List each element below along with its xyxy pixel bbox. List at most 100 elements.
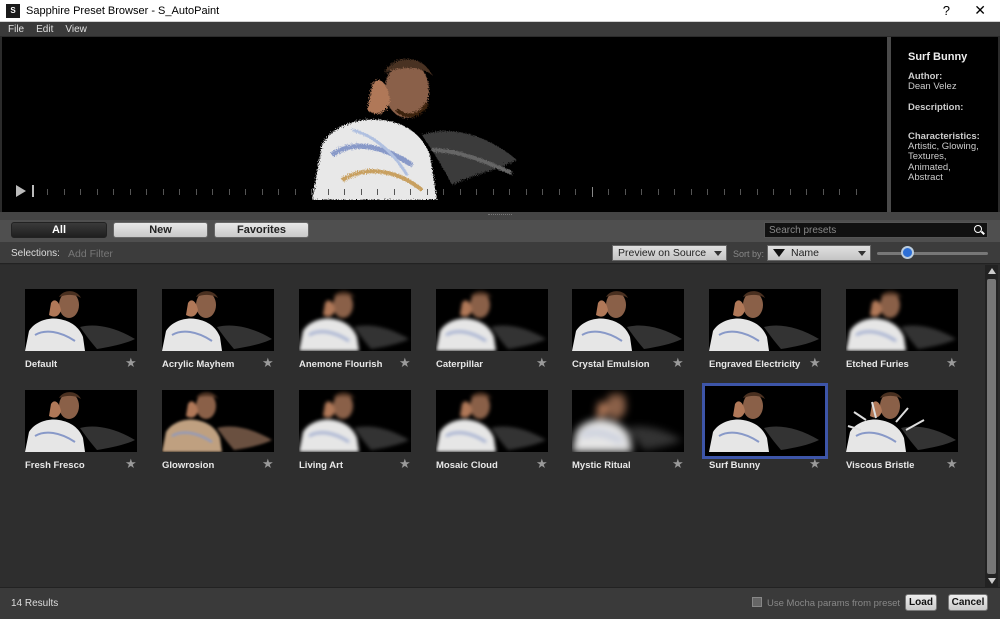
characteristics-line: Abstract <box>908 172 943 183</box>
preset-name: Mosaic Cloud <box>436 460 498 471</box>
cancel-button[interactable]: Cancel <box>948 594 988 611</box>
preset-thumbnail[interactable] <box>702 383 828 459</box>
timeline-ruler[interactable] <box>47 187 862 197</box>
preset-name: Glowrosion <box>162 460 215 471</box>
menu-file[interactable]: File <box>8 24 24 35</box>
selections-label: Selections: <box>11 248 60 259</box>
search-input[interactable] <box>765 224 971 236</box>
preset-name: Mystic Ritual <box>572 460 631 471</box>
chevron-down-icon <box>714 251 722 256</box>
timeline-cursor[interactable] <box>32 185 34 197</box>
preset-tile[interactable]: Crystal Emulsion ★ <box>572 289 694 377</box>
preset-name: Caterpillar <box>436 359 483 370</box>
preset-thumbnail[interactable] <box>709 289 821 351</box>
preset-name: Living Art <box>299 460 343 471</box>
preset-tile[interactable]: Surf Bunny ★ <box>702 383 831 478</box>
preset-tile[interactable]: Caterpillar ★ <box>436 289 558 377</box>
favorite-star-icon[interactable]: ★ <box>946 356 958 369</box>
favorite-star-icon[interactable]: ★ <box>262 457 274 470</box>
favorite-star-icon[interactable]: ★ <box>125 356 137 369</box>
preset-thumbnail[interactable] <box>25 289 137 351</box>
results-count: 14 Results <box>11 598 59 609</box>
thumbnail-size-slider[interactable] <box>877 252 988 255</box>
preset-grid: Default ★ Acrylic Mayhem ★ Anemone Flourish ★… <box>0 265 985 587</box>
sort-by-label: Sort by: <box>733 249 765 259</box>
favorite-star-icon[interactable]: ★ <box>399 457 411 470</box>
tab-favorites[interactable]: Favorites <box>214 222 309 238</box>
favorite-star-icon[interactable]: ★ <box>399 356 411 369</box>
title-bar: S Sapphire Preset Browser - S_AutoPaint … <box>0 0 1000 22</box>
preset-name: Anemone Flourish <box>299 359 383 370</box>
window-title: Sapphire Preset Browser - S_AutoPaint <box>26 4 220 17</box>
scroll-down-icon[interactable] <box>988 578 996 584</box>
description-label: Description: <box>908 101 964 113</box>
preset-name: Fresh Fresco <box>25 460 85 471</box>
preview-mode-dropdown[interactable]: Preview on Source <box>612 245 727 261</box>
preset-thumbnail[interactable] <box>299 289 411 351</box>
splitter-grip-icon[interactable] <box>488 214 512 217</box>
preset-name: Acrylic Mayhem <box>162 359 235 370</box>
preset-thumbnail[interactable] <box>162 289 274 351</box>
preset-tile[interactable]: Etched Furies ★ <box>846 289 968 377</box>
sapphire-app-icon: S <box>6 3 20 18</box>
thumbnail-size-slider-handle[interactable] <box>900 246 914 259</box>
preset-thumbnail[interactable] <box>572 390 684 452</box>
scrollbar-thumb[interactable] <box>987 279 996 574</box>
panel-splitter[interactable] <box>0 212 1000 220</box>
grid-scrollbar[interactable] <box>985 265 998 587</box>
favorite-star-icon[interactable]: ★ <box>262 356 274 369</box>
tab-all[interactable]: All <box>11 222 107 238</box>
preview-mode-value: Preview on Source <box>618 247 707 259</box>
menu-bar: File Edit View <box>0 22 1000 36</box>
preset-tile[interactable]: Glowrosion ★ <box>162 390 284 478</box>
preset-thumbnail[interactable] <box>25 390 137 452</box>
chevron-down-icon <box>858 251 866 256</box>
favorite-star-icon[interactable]: ★ <box>946 457 958 470</box>
preset-tile[interactable]: Living Art ★ <box>299 390 421 478</box>
preset-name: Default <box>25 359 58 370</box>
menu-view[interactable]: View <box>65 24 87 35</box>
favorite-star-icon[interactable]: ★ <box>809 356 821 369</box>
help-button[interactable]: ? <box>943 3 950 18</box>
tab-new[interactable]: New <box>113 222 208 238</box>
add-filter-button[interactable]: Add Filter <box>68 248 113 260</box>
scroll-up-icon[interactable] <box>988 268 996 274</box>
play-icon[interactable] <box>16 185 26 197</box>
preset-title: Surf Bunny <box>908 51 968 63</box>
preset-thumbnail[interactable] <box>846 390 958 452</box>
preset-name: Surf Bunny <box>709 460 761 471</box>
search-box[interactable] <box>764 222 988 238</box>
preset-tile[interactable]: Acrylic Mayhem ★ <box>162 289 284 377</box>
author-value: Dean Velez <box>908 81 957 92</box>
preset-thumbnail[interactable] <box>572 289 684 351</box>
favorite-star-icon[interactable]: ★ <box>672 356 684 369</box>
menu-edit[interactable]: Edit <box>36 24 53 35</box>
preset-thumbnail[interactable] <box>846 289 958 351</box>
search-icon[interactable] <box>971 223 987 237</box>
favorite-star-icon[interactable]: ★ <box>125 457 137 470</box>
selections-bar: Selections: Add Filter Preview on Source… <box>0 242 1000 264</box>
preset-tile[interactable]: Default ★ <box>25 289 147 377</box>
preset-name: Viscous Bristle <box>846 460 915 471</box>
load-button[interactable]: Load <box>905 594 937 611</box>
preset-tile[interactable]: Engraved Electricity ★ <box>709 289 831 377</box>
preset-thumbnail[interactable] <box>436 289 548 351</box>
preset-tile[interactable]: Viscous Bristle ★ <box>846 390 968 478</box>
favorite-star-icon[interactable]: ★ <box>536 457 548 470</box>
preset-thumbnail[interactable] <box>162 390 274 452</box>
preset-thumbnail[interactable] <box>299 390 411 452</box>
favorite-star-icon[interactable]: ★ <box>672 457 684 470</box>
favorite-star-icon[interactable]: ★ <box>536 356 548 369</box>
sort-dropdown[interactable]: Name <box>767 245 871 261</box>
sort-descending-icon <box>773 249 785 257</box>
close-button[interactable]: ✕ <box>974 2 986 19</box>
preset-tile[interactable]: Mosaic Cloud ★ <box>436 390 558 478</box>
preset-name: Crystal Emulsion <box>572 359 650 370</box>
preview-viewer <box>2 37 887 212</box>
preset-tile[interactable]: Mystic Ritual ★ <box>572 390 694 478</box>
preset-thumbnail[interactable] <box>436 390 548 452</box>
preset-tile[interactable]: Fresh Fresco ★ <box>25 390 147 478</box>
preset-tile[interactable]: Anemone Flourish ★ <box>299 289 421 377</box>
mocha-checkbox[interactable] <box>752 597 762 607</box>
favorite-star-icon[interactable]: ★ <box>809 457 821 470</box>
